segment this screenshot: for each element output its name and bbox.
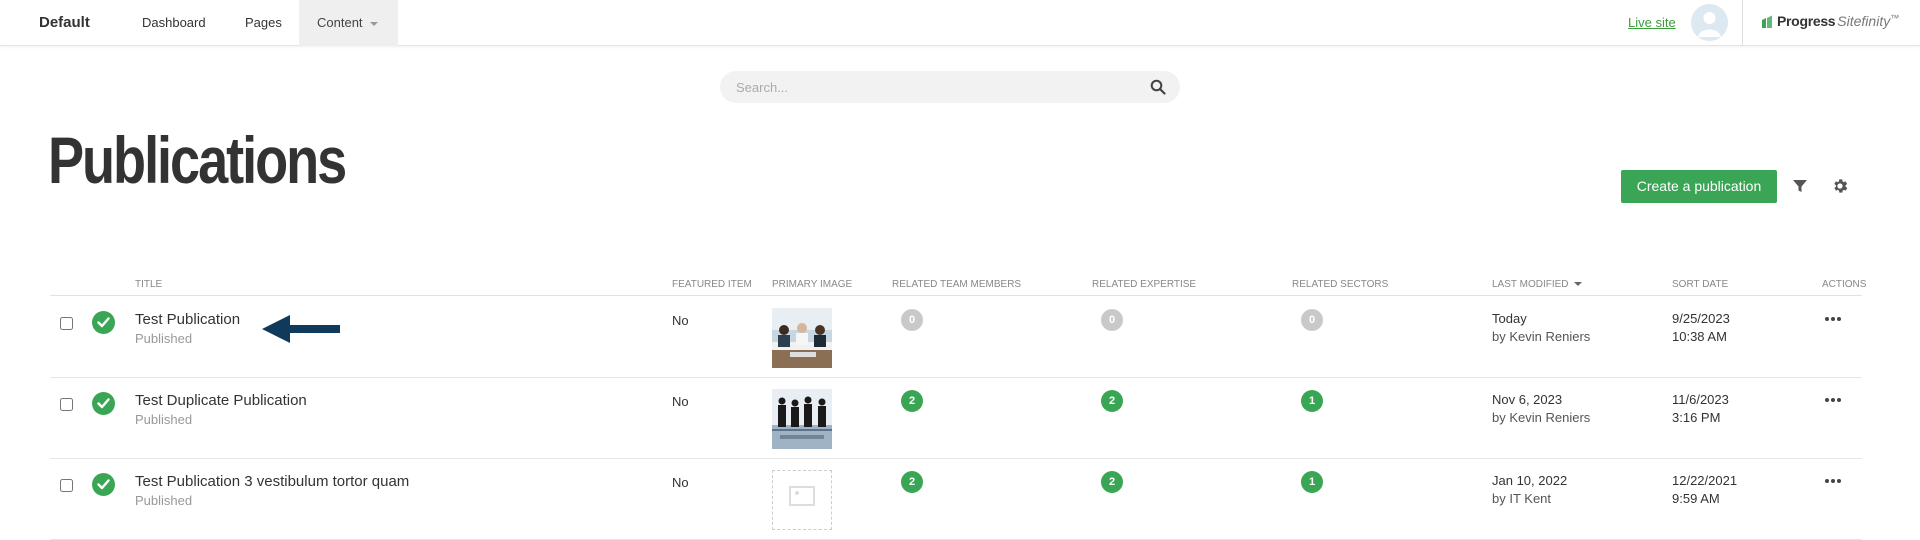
page-title: Publications	[48, 123, 347, 197]
publication-title[interactable]: Test Publication 3 vestibulum tortor qua…	[135, 473, 409, 490]
more-actions-icon[interactable]	[1824, 396, 1842, 404]
brand-trademark: ™	[1890, 13, 1900, 23]
row-checkbox[interactable]	[60, 479, 73, 492]
avatar[interactable]	[1691, 4, 1728, 41]
published-status-icon	[92, 311, 115, 334]
last-modified-author: by Kevin Reniers	[1492, 329, 1591, 344]
user-icon	[1698, 12, 1721, 37]
annotation-arrow-icon	[262, 315, 340, 343]
meeting-photo-image	[772, 308, 832, 368]
published-status-icon	[92, 392, 115, 415]
create-publication-button[interactable]: Create a publication	[1621, 170, 1777, 203]
column-last-modified-label: Last modified	[1492, 279, 1569, 290]
business-people-photo-image	[772, 389, 832, 449]
table-header: Title Featured item Primary image Relate…	[50, 274, 1866, 296]
column-featured[interactable]: Featured item	[672, 279, 752, 290]
nav-content[interactable]: Content	[299, 0, 398, 46]
sort-date: 12/22/2021	[1672, 473, 1738, 488]
sort-date: 9/25/2023	[1672, 311, 1730, 326]
related-sectors-count[interactable]: 0	[1301, 309, 1323, 331]
last-modified-date: Today	[1492, 311, 1527, 326]
sort-desc-icon	[1573, 282, 1582, 287]
related-expertise-count[interactable]: 2	[1101, 471, 1123, 493]
search-icon[interactable]	[1150, 79, 1166, 95]
last-modified-date: Jan 10, 2022	[1492, 473, 1568, 488]
row-checkbox[interactable]	[60, 317, 73, 330]
sort-date: 11/6/2023	[1672, 392, 1729, 407]
search-box	[720, 71, 1180, 103]
chevron-down-icon	[369, 21, 378, 26]
column-actions: Actions	[1822, 279, 1867, 290]
filter-icon[interactable]	[1792, 178, 1808, 194]
related-team-count[interactable]: 0	[901, 309, 923, 331]
site-name[interactable]: Default	[39, 14, 90, 31]
brand-word-sitefinity: Sitefinity	[1837, 13, 1891, 29]
related-team-count[interactable]: 2	[901, 471, 923, 493]
divider	[1742, 0, 1743, 46]
column-related-team[interactable]: Related team members	[892, 279, 1021, 290]
row-checkbox[interactable]	[60, 398, 73, 411]
more-actions-icon[interactable]	[1824, 477, 1842, 485]
featured-value: No	[672, 475, 689, 490]
brand-word-progress: Progress	[1777, 13, 1836, 29]
column-sort-date[interactable]: Sort date	[1672, 279, 1728, 290]
search-input[interactable]	[736, 78, 1136, 96]
sort-time: 10:38 AM	[1672, 329, 1727, 344]
table-row[interactable]: Test Duplicate Publication Published No …	[50, 378, 1862, 459]
related-expertise-count[interactable]: 0	[1101, 309, 1123, 331]
primary-image-thumbnail[interactable]	[772, 308, 832, 368]
brand-logo: Progress Sitefinity™	[1760, 13, 1899, 29]
gear-icon[interactable]	[1831, 177, 1849, 195]
featured-value: No	[672, 313, 689, 328]
publication-title[interactable]: Test Duplicate Publication	[135, 392, 307, 409]
last-modified-author: by IT Kent	[1492, 491, 1552, 506]
primary-image-thumbnail[interactable]	[772, 389, 832, 449]
top-bar: Default Dashboard Pages Content Live sit…	[0, 0, 1920, 46]
column-related-expertise[interactable]: Related expertise	[1092, 279, 1196, 290]
column-title[interactable]: Title	[135, 279, 162, 290]
publication-status: Published	[135, 493, 193, 508]
publication-title[interactable]: Test Publication	[135, 311, 240, 328]
related-sectors-count[interactable]: 1	[1301, 390, 1323, 412]
publication-status: Published	[135, 412, 193, 427]
last-modified-date: Nov 6, 2023	[1492, 392, 1563, 407]
published-status-icon	[92, 473, 115, 496]
sort-time: 9:59 AM	[1672, 491, 1720, 506]
nav-dashboard[interactable]: Dashboard	[124, 0, 224, 46]
nav-pages[interactable]: Pages	[227, 0, 300, 46]
live-site-link[interactable]: Live site	[1628, 15, 1676, 30]
column-related-sectors[interactable]: Related sectors	[1292, 279, 1388, 290]
column-last-modified[interactable]: Last modified	[1492, 279, 1582, 290]
nav-content-label: Content	[317, 15, 363, 30]
related-team-count[interactable]: 2	[901, 390, 923, 412]
featured-value: No	[672, 394, 689, 409]
more-actions-icon[interactable]	[1824, 315, 1842, 323]
image-placeholder-icon	[789, 486, 815, 506]
related-expertise-count[interactable]: 2	[1101, 390, 1123, 412]
progress-logo-icon	[1762, 15, 1772, 29]
column-primary-image[interactable]: Primary image	[772, 279, 852, 290]
image-placeholder[interactable]	[772, 470, 832, 530]
sort-time: 3:16 PM	[1672, 410, 1721, 425]
related-sectors-count[interactable]: 1	[1301, 471, 1323, 493]
publication-status: Published	[135, 331, 193, 346]
last-modified-author: by Kevin Reniers	[1492, 410, 1591, 425]
